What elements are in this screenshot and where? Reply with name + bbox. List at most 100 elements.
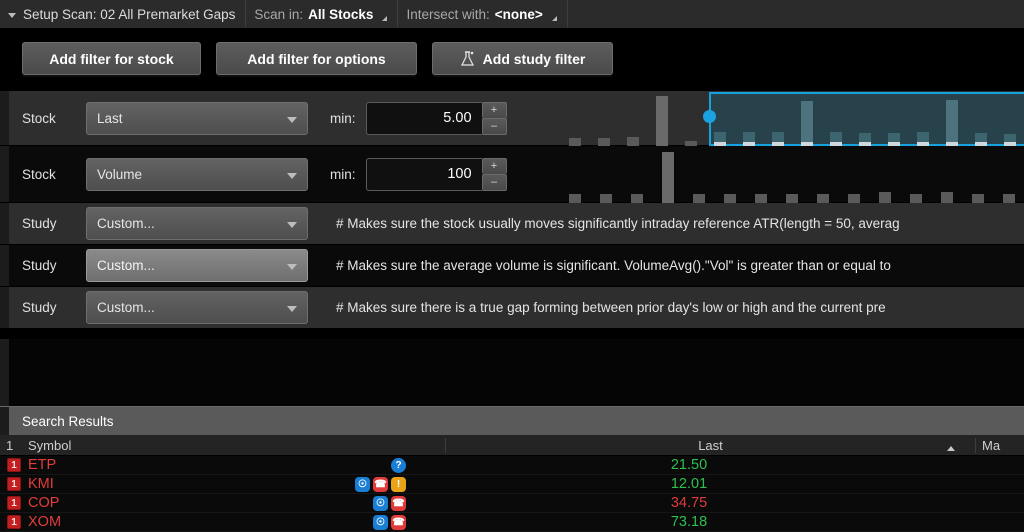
histogram-bar-cap [714, 142, 726, 146]
flask-icon [460, 50, 475, 67]
study-row-2: Study Custom... # Makes sure the average… [0, 245, 1024, 287]
histogram-bar-cap [801, 142, 813, 146]
phone-icon[interactable]: ☎ [391, 514, 406, 530]
histogram-bar-cap [888, 142, 900, 146]
intersect-with-label: Intersect with: [406, 6, 490, 22]
scan-in-selector[interactable]: Scan in: All Stocks [246, 0, 399, 28]
bulb-icon[interactable]: ☉ [373, 514, 388, 530]
results-column-header: 1 Symbol Last Ma [0, 435, 1024, 456]
row-grip[interactable] [0, 91, 9, 145]
last-price-cell: 12.01 [670, 476, 708, 492]
last-price-cell: 21.50 [670, 457, 708, 473]
setup-scan-label: Setup Scan: 02 All Premarket Gaps [23, 6, 236, 22]
column-header-mark[interactable]: Ma [976, 438, 1024, 453]
add-filter-for-options-label: Add filter for options [247, 50, 386, 67]
column-header-symbol[interactable]: Symbol [22, 437, 446, 453]
histogram-bar [859, 132, 871, 146]
study-description-1: # Makes sure the stock usually moves sig… [336, 216, 900, 231]
histogram-bar [972, 193, 984, 203]
bulb-icon[interactable]: ☉ [373, 495, 388, 511]
histogram-range-handle[interactable] [702, 109, 716, 123]
top-bar: Setup Scan: 02 All Premarket Gaps Scan i… [0, 0, 1024, 29]
histogram-bar [600, 193, 612, 203]
histogram-bar [946, 100, 958, 146]
search-results-header: Search Results [0, 406, 1024, 435]
histogram-bar [569, 193, 581, 203]
row-grip [0, 339, 9, 406]
filter-field-value: Last [97, 110, 123, 126]
row-grip[interactable] [0, 287, 9, 328]
setup-scan-selector[interactable]: Setup Scan: 02 All Premarket Gaps [0, 0, 247, 28]
column-header-last-label: Last [698, 437, 723, 453]
histogram-bar [941, 192, 953, 203]
filter-row-type: Stock [22, 166, 56, 182]
row-grip[interactable] [0, 245, 9, 286]
study-dropdown-3[interactable]: Custom... [86, 291, 308, 324]
chevron-down-icon [8, 12, 16, 18]
table-row[interactable]: 1 XOM ☉ ☎ 73.18 [0, 513, 1024, 532]
histogram-bar [743, 131, 755, 146]
add-study-filter-button[interactable]: Add study filter [432, 42, 613, 75]
row-icons: ☉ ☎ [0, 514, 424, 530]
intersect-with-selector[interactable]: Intersect with: <none> [398, 0, 568, 28]
study-row-type: Study [22, 258, 57, 273]
last-filter-histogram[interactable] [560, 92, 1024, 146]
histogram-bar [662, 152, 674, 203]
add-filter-for-options-button[interactable]: Add filter for options [216, 42, 417, 75]
bulb-icon[interactable]: ☉ [355, 476, 370, 492]
table-row[interactable]: 1 ETP? 21.50 [0, 456, 1024, 475]
column-header-index[interactable]: 1 [0, 438, 22, 453]
study-dropdown-value: Custom... [97, 300, 155, 315]
filter-value-input-last[interactable]: 5.00 [365, 101, 482, 135]
filter-field-dropdown-last[interactable]: Last [86, 101, 308, 135]
alert-icon[interactable]: ! [391, 476, 406, 492]
panel-grip [0, 407, 9, 435]
filter-field-dropdown-volume[interactable]: Volume [86, 157, 308, 191]
study-description-3: # Makes sure there is a true gap forming… [336, 300, 886, 315]
histogram-bar-cap [917, 142, 929, 146]
filter-value-stepper-volume[interactable]: + – [481, 157, 507, 191]
histogram-bar [693, 193, 705, 203]
histogram-bar-cap [743, 142, 755, 146]
filter-value-stepper-last[interactable]: + – [481, 101, 507, 135]
study-row-type: Study [22, 300, 57, 315]
search-results-title: Search Results [22, 413, 114, 429]
last-price-cell: 34.75 [670, 495, 708, 511]
table-row[interactable]: 1 COP ☉ ☎ 34.75 [0, 494, 1024, 513]
histogram-bar-cap [946, 142, 958, 146]
histogram-bar-cap [830, 142, 842, 146]
table-row[interactable]: 1 KMI ☉ ☎! 12.01 [0, 475, 1024, 494]
add-filter-for-stock-button[interactable]: Add filter for stock [22, 42, 201, 75]
phone-icon[interactable]: ☎ [373, 476, 388, 492]
stepper-increment-button[interactable]: + [481, 157, 507, 174]
question-icon[interactable]: ? [391, 457, 406, 473]
filter-op-label: min: [330, 166, 356, 182]
study-row-type: Study [22, 216, 57, 231]
study-description-2: # Makes sure the average volume is signi… [336, 258, 891, 273]
stepper-decrement-button[interactable]: – [481, 117, 507, 135]
histogram-bar [817, 193, 829, 203]
study-row-3: Study Custom... # Makes sure there is a … [0, 287, 1024, 329]
study-dropdown-1[interactable]: Custom... [86, 207, 308, 240]
column-header-last[interactable]: Last [446, 437, 976, 453]
histogram-bar-cap [1004, 142, 1016, 146]
histogram-bar-cap [859, 142, 871, 146]
histogram-bar [879, 192, 891, 203]
stepper-decrement-button[interactable]: – [481, 173, 507, 191]
study-dropdown-2[interactable]: Custom... [86, 249, 308, 282]
row-icons: ☉ ☎! [0, 476, 424, 492]
histogram-bar [724, 193, 736, 203]
resize-corner-icon[interactable] [551, 15, 557, 21]
resize-corner-icon[interactable] [382, 15, 388, 21]
study-dropdown-value: Custom... [97, 258, 155, 273]
filter-row-type: Stock [22, 110, 56, 126]
histogram-bar [910, 193, 922, 203]
stepper-increment-button[interactable]: + [481, 101, 507, 118]
chevron-down-icon [287, 264, 297, 270]
filter-value-input-volume[interactable]: 100 [365, 157, 482, 191]
histogram-bar [1003, 193, 1015, 203]
phone-icon[interactable]: ☎ [391, 495, 406, 511]
volume-filter-histogram[interactable] [560, 148, 1024, 203]
row-grip[interactable] [0, 203, 9, 244]
row-grip[interactable] [0, 146, 9, 202]
